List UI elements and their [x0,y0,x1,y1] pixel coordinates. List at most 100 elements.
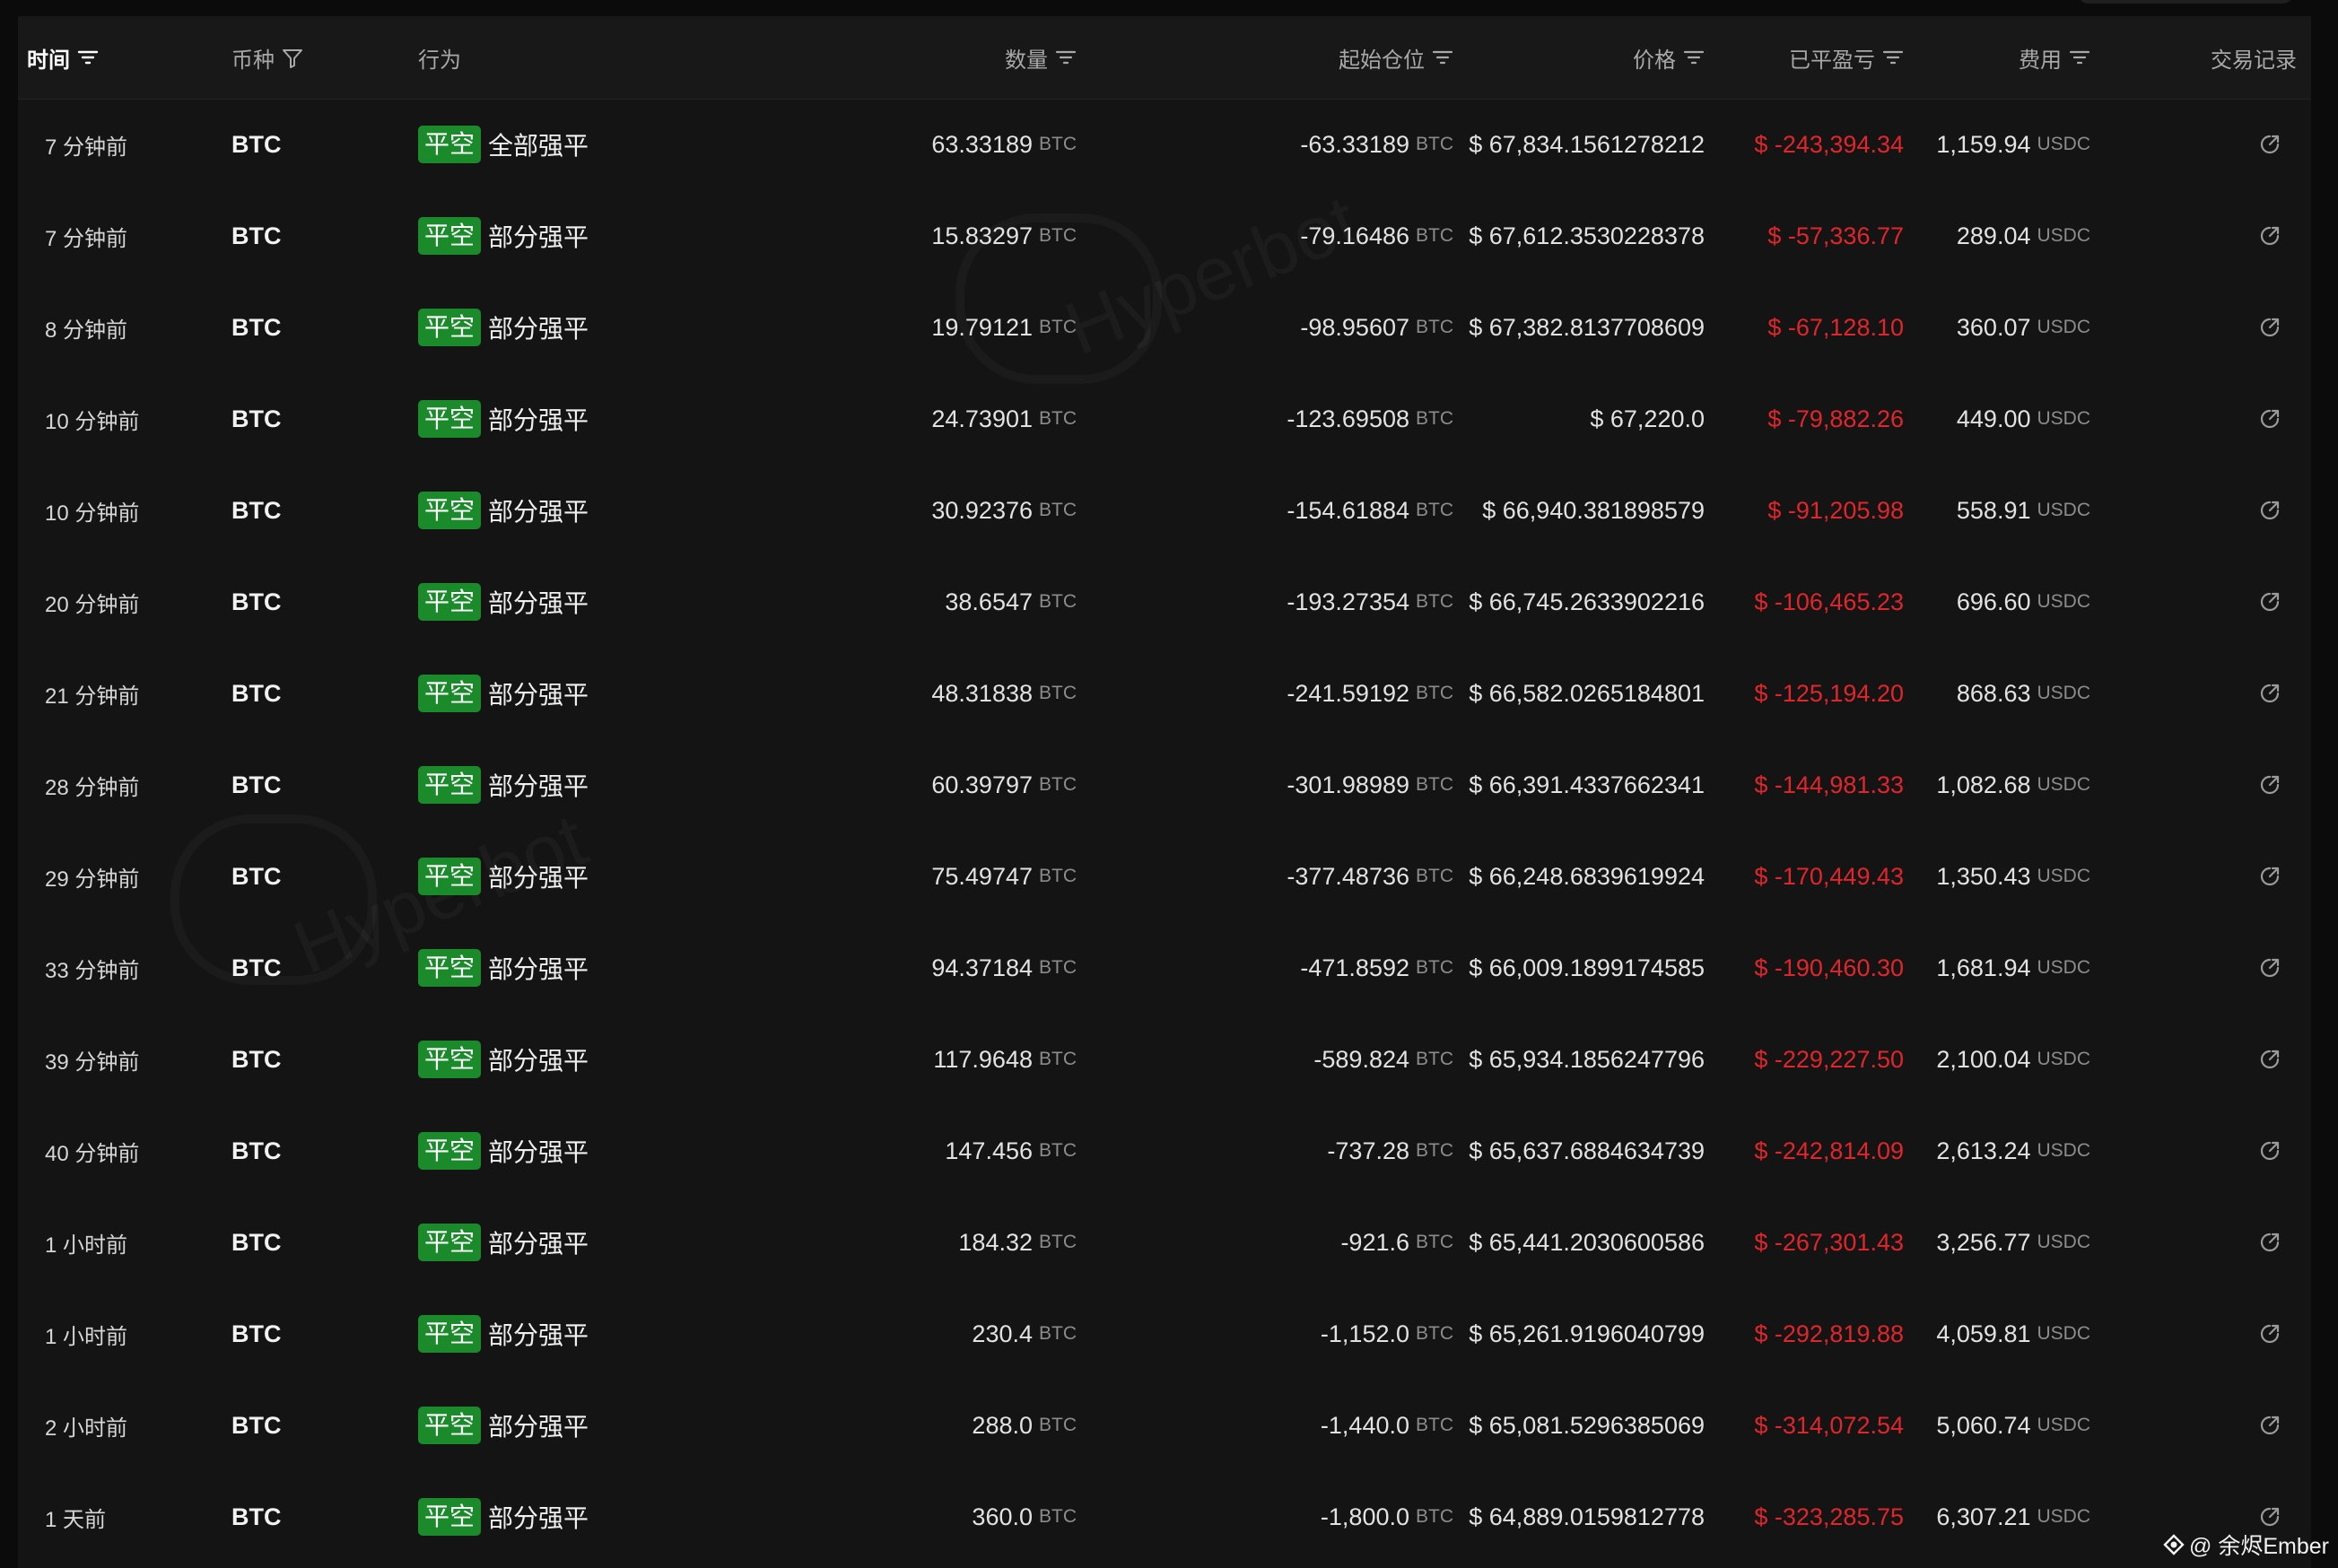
row-coin[interactable]: BTC [231,831,339,922]
external-link-icon[interactable] [2256,588,2283,615]
external-link-icon[interactable] [2256,1412,2283,1439]
trade-log-link[interactable] [2243,1380,2297,1471]
row-action: 平空 部分强平 [418,1380,687,1471]
trade-log-link[interactable] [2243,1105,2297,1197]
fee-value: 360.07 [1956,313,2031,341]
row-time: 1 小时前 [45,1324,128,1349]
trade-log-link[interactable] [2243,282,2297,373]
external-link-icon[interactable] [2256,1320,2283,1347]
table-row[interactable]: 10 分钟前 BTC 平空 部分强平 30.92376 BTC -154.61884 BTC $… [18,465,2311,556]
row-coin[interactable]: BTC [231,739,339,831]
trade-log-link[interactable] [2243,465,2297,556]
external-link-icon[interactable] [2256,222,2283,249]
row-quantity: 30.92376 BTC [718,465,1077,556]
row-price: $ 65,081.5296385069 [1453,1380,1705,1471]
table-row[interactable]: 10 分钟前 BTC 平空 部分强平 24.73901 BTC -123.69508 BTC $… [18,373,2311,465]
table-row[interactable]: 8 分钟前 BTC 平空 部分强平 19.79121 BTC -98.95607 BTC $ 6… [18,282,2311,373]
external-link-icon[interactable] [2256,314,2283,341]
start-position-unit: BTC [1416,408,1453,429]
row-coin[interactable]: BTC [231,1197,339,1288]
quantity-value: 147.456 [945,1137,1033,1164]
sort-lines-icon[interactable] [2069,48,2090,67]
trade-log-link[interactable] [2243,190,2297,282]
table-row[interactable]: 2 小时前 BTC 平空 部分强平 288.0 BTC -1,440.0 BTC $ 65,08… [18,1380,2311,1471]
external-link-icon[interactable] [2256,1137,2283,1164]
table-row[interactable]: 7 分钟前 BTC 平空 部分强平 15.83297 BTC -79.16486 BTC $ 6… [18,190,2311,282]
external-link-icon[interactable] [2256,1046,2283,1073]
header-start-position[interactable]: 起始仓位 [1184,16,1453,99]
trade-log-link[interactable] [2243,648,2297,739]
row-fee: 1,082.68 USDC [1911,739,2090,831]
external-link-icon[interactable] [2256,497,2283,524]
sort-lines-icon[interactable] [1055,48,1077,67]
row-coin[interactable]: BTC [231,99,339,190]
trade-log-link[interactable] [2243,99,2297,190]
row-price: $ 66,940.381898579 [1453,465,1705,556]
row-coin[interactable]: BTC [231,922,339,1014]
row-coin[interactable]: BTC [231,648,339,739]
trade-log-link[interactable] [2243,739,2297,831]
start-position-unit: BTC [1416,134,1453,154]
external-link-icon[interactable] [2256,131,2283,158]
row-action: 平空 部分强平 [418,465,687,556]
trade-log-link[interactable] [2243,922,2297,1014]
top-control-pill[interactable] [2078,0,2293,4]
row-coin[interactable]: BTC [231,465,339,556]
external-link-icon[interactable] [2256,405,2283,432]
external-link-icon[interactable] [2256,771,2283,798]
sort-lines-icon[interactable] [77,48,99,67]
header-fee-label: 费用 [2019,48,2062,73]
row-coin[interactable]: BTC [231,1014,339,1105]
quantity-value: 94.37184 [931,954,1033,981]
row-coin[interactable]: BTC [231,1288,339,1380]
row-coin[interactable]: BTC [231,1471,339,1563]
header-fee[interactable]: 费用 [1911,16,2090,99]
table-row[interactable]: 1 天前 BTC 平空 部分强平 360.0 BTC -1,800.0 BTC $ 64,889… [18,1471,2311,1563]
row-quantity: 48.31838 BTC [718,648,1077,739]
table-row[interactable]: 21 分钟前 BTC 平空 部分强平 48.31838 BTC -241.59192 BTC $… [18,648,2311,739]
table-row[interactable]: 28 分钟前 BTC 平空 部分强平 60.39797 BTC -301.98989 BTC $… [18,739,2311,831]
external-link-icon[interactable] [2256,954,2283,981]
table-row[interactable]: 1 小时前 BTC 平空 部分强平 184.32 BTC -921.6 BTC $ 65,441… [18,1197,2311,1288]
header-qty[interactable]: 数量 [825,16,1077,99]
sort-lines-icon[interactable] [1683,48,1705,67]
row-coin[interactable]: BTC [231,1105,339,1197]
filter-funnel-icon[interactable] [282,48,303,68]
row-coin[interactable]: BTC [231,190,339,282]
trade-log-link[interactable] [2243,1014,2297,1105]
start-position-unit: BTC [1416,1323,1453,1344]
row-time: 20 分钟前 [45,592,140,617]
trade-log-link[interactable] [2243,1197,2297,1288]
external-link-icon[interactable] [2256,1503,2283,1530]
row-action: 平空 部分强平 [418,556,687,648]
external-link-icon[interactable] [2256,680,2283,707]
header-price[interactable]: 价格 [1471,16,1705,99]
external-link-icon[interactable] [2256,863,2283,890]
row-coin[interactable]: BTC [231,373,339,465]
sort-lines-icon[interactable] [1882,48,1904,67]
table-row[interactable]: 33 分钟前 BTC 平空 部分强平 94.37184 BTC -471.8592 BTC $ … [18,922,2311,1014]
table-row[interactable]: 1 小时前 BTC 平空 部分强平 230.4 BTC -1,152.0 BTC $ 65,26… [18,1288,2311,1380]
row-action: 平空 部分强平 [418,831,687,922]
sort-lines-icon[interactable] [1432,48,1453,67]
trade-log-link[interactable] [2243,831,2297,922]
trade-log-link[interactable] [2243,1288,2297,1380]
table-row[interactable]: 40 分钟前 BTC 平空 部分强平 147.456 BTC -737.28 BTC $ 65,… [18,1105,2311,1197]
header-pnl[interactable]: 已平盈亏 [1705,16,1904,99]
start-position-unit: BTC [1416,1506,1453,1527]
external-link-icon[interactable] [2256,1229,2283,1256]
trade-log-link[interactable] [2243,556,2297,648]
fee-value: 5,060.74 [1936,1411,2031,1439]
price-value: $ 65,081.5296385069 [1469,1411,1705,1439]
row-coin[interactable]: BTC [231,556,339,648]
trade-log-link[interactable] [2243,373,2297,465]
header-time[interactable]: 时间 [27,16,99,99]
table-row[interactable]: 29 分钟前 BTC 平空 部分强平 75.49747 BTC -377.48736 BTC $… [18,831,2311,922]
credit-watermark: @ 余烬Ember [2162,1529,2329,1561]
table-row[interactable]: 20 分钟前 BTC 平空 部分强平 38.6547 BTC -193.27354 BTC $ … [18,556,2311,648]
row-coin[interactable]: BTC [231,282,339,373]
table-row[interactable]: 39 分钟前 BTC 平空 部分强平 117.9648 BTC -589.824 BTC $ 6… [18,1014,2311,1105]
row-coin[interactable]: BTC [231,1380,339,1471]
table-row[interactable]: 7 分钟前 BTC 平空 全部强平 63.33189 BTC -63.33189 BTC $ 6… [18,99,2311,190]
header-coin[interactable]: 币种 [231,16,303,99]
